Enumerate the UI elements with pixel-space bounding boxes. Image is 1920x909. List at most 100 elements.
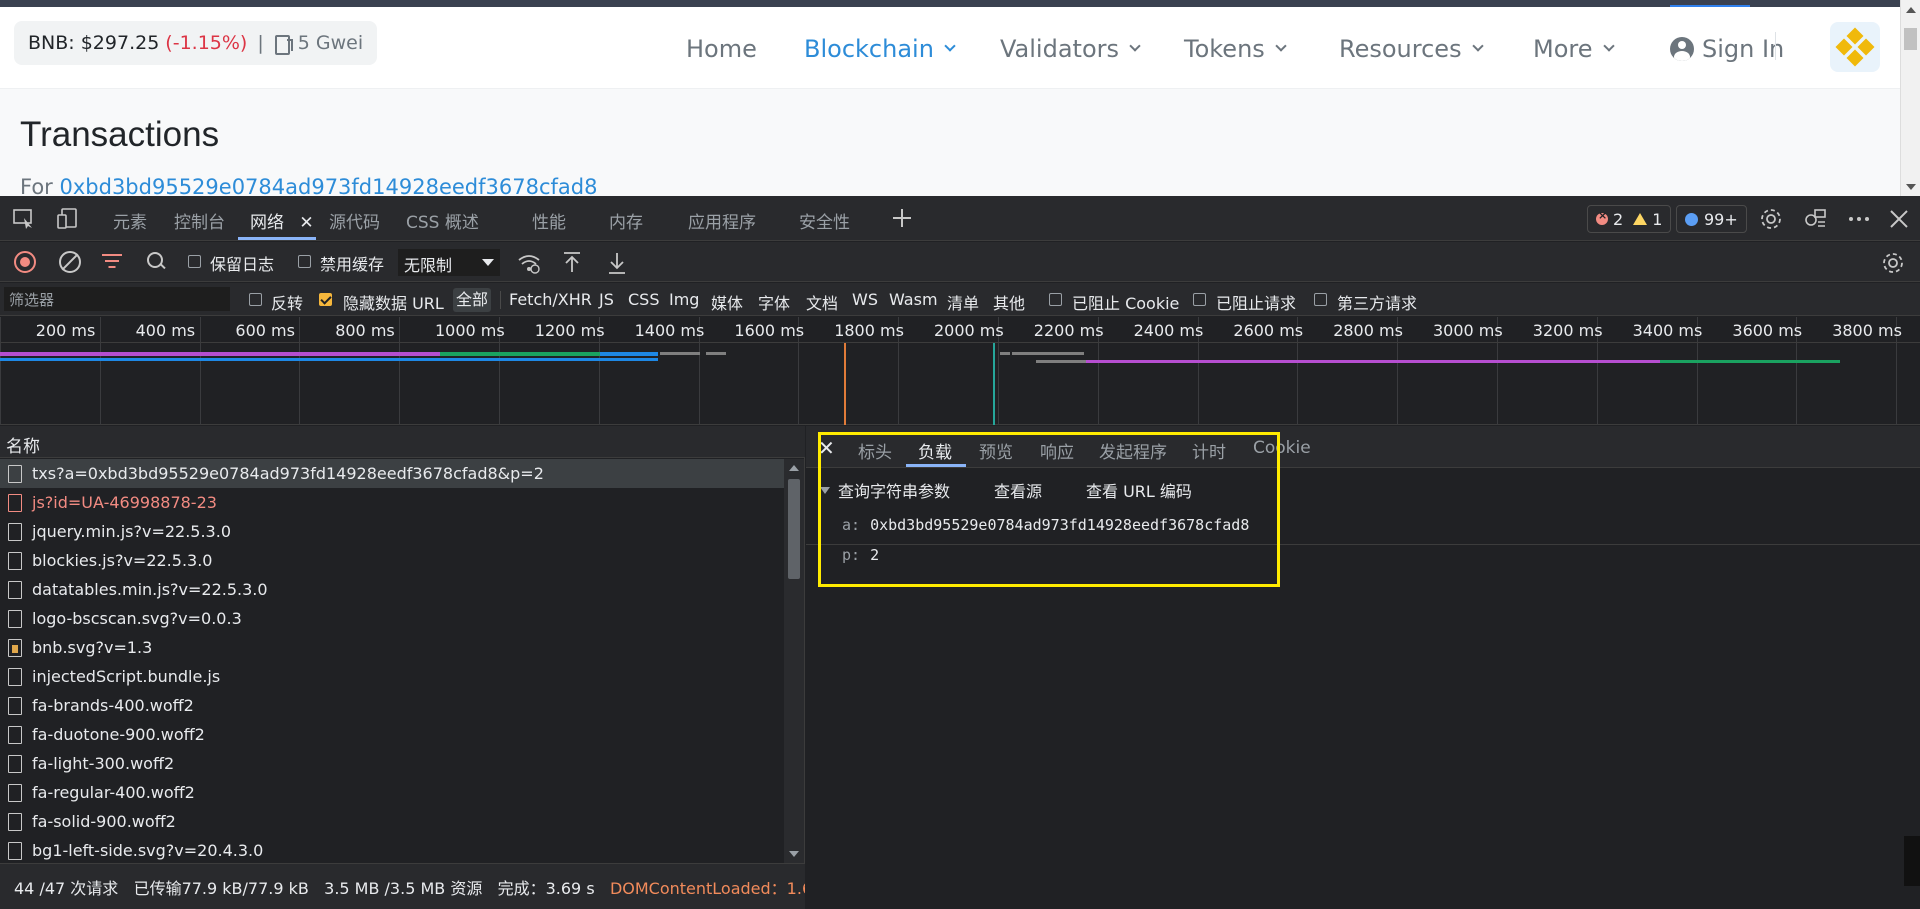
request-row[interactable]: bnb.svg?v=1.3 <box>0 633 784 662</box>
transferred-size: 已传输77.9 kB/77.9 kB <box>133 879 309 898</box>
request-list-scrollbar[interactable] <box>784 459 804 863</box>
address-link[interactable]: 0xbd3bd95529e0784ad973fd14928eedf3678cfa… <box>60 175 598 196</box>
request-row[interactable]: txs?a=0xbd3bd95529e0784ad973fd14928eedf3… <box>0 459 784 488</box>
request-row[interactable]: fa-duotone-900.woff2 <box>0 720 784 749</box>
import-har-icon[interactable] <box>560 250 584 276</box>
type-filter-button[interactable]: 媒体 <box>711 290 743 314</box>
devtools-tab[interactable]: 网络 ✕ <box>250 208 314 233</box>
request-row[interactable]: logo-bscscan.svg?v=0.0.3 <box>0 604 784 633</box>
preserve-log-label: 保留日志 <box>210 255 275 274</box>
timeline-tick-label: 1200 ms <box>534 321 605 340</box>
request-name: fa-solid-900.woff2 <box>32 812 176 831</box>
page-scrollbar[interactable] <box>1900 0 1920 196</box>
network-settings-gear-icon[interactable] <box>1880 250 1906 276</box>
blocked-requests-checkbox[interactable] <box>1193 293 1206 306</box>
devtools-tab[interactable]: 元素 <box>113 208 147 233</box>
request-row[interactable]: fa-solid-900.woff2 <box>0 807 784 836</box>
close-tab-icon[interactable]: ✕ <box>294 213 313 233</box>
request-row[interactable]: fa-brands-400.woff2 <box>0 691 784 720</box>
network-conditions-icon[interactable] <box>516 250 542 276</box>
devtools-tab[interactable]: 应用程序 <box>688 208 756 233</box>
invert-checkbox[interactable] <box>249 293 262 306</box>
document-file-icon <box>8 696 22 715</box>
timeline-bar <box>660 352 700 355</box>
type-filter-button[interactable]: 字体 <box>758 290 790 314</box>
devtools-tab[interactable]: 源代码 <box>329 208 380 233</box>
devtools-tab[interactable]: 性能 <box>532 208 566 233</box>
inspect-element-icon[interactable] <box>12 207 36 231</box>
gas-price[interactable]: 5 Gwei <box>298 32 363 54</box>
timeline-tick-label: 1800 ms <box>834 321 904 340</box>
nav-item-tokens[interactable]: Tokens <box>1184 35 1287 63</box>
type-filter-button[interactable]: 其他 <box>993 290 1025 314</box>
messages-badge[interactable]: 99+ <box>1676 205 1747 233</box>
devtools-tab-label: 源代码 <box>329 213 380 233</box>
name-column-header[interactable]: 名称 <box>0 426 805 458</box>
type-filter-button[interactable]: 清单 <box>947 290 979 314</box>
request-row[interactable]: blockies.js?v=22.5.3.0 <box>0 546 784 575</box>
nav-item-resources[interactable]: Resources <box>1339 35 1484 63</box>
request-row[interactable]: bg1-left-side.svg?v=20.4.3.0 <box>0 836 784 863</box>
document-file-icon <box>8 667 22 686</box>
request-row[interactable]: jquery.min.js?v=22.5.3.0 <box>0 517 784 546</box>
filter-input[interactable]: 筛选器 <box>4 287 230 311</box>
close-devtools-icon[interactable] <box>1886 206 1912 232</box>
search-icon[interactable] <box>147 252 165 270</box>
filter-icon[interactable] <box>102 254 122 270</box>
third-party-checkbox[interactable] <box>1314 293 1327 306</box>
devtools-tab[interactable]: CSS 概述 <box>406 208 479 233</box>
dom-content-loaded-time: DOMContentLoaded：1.69 s <box>609 879 805 898</box>
type-filter-button[interactable]: Img <box>669 290 699 309</box>
request-row[interactable]: datatables.min.js?v=22.5.3.0 <box>0 575 784 604</box>
network-overview-timeline[interactable]: 200 ms 400 ms 600 ms 800 ms 1000 ms 1200 ms 14… <box>0 317 1920 425</box>
sign-in-link[interactable]: Sign In <box>1670 35 1784 63</box>
request-row[interactable]: fa-regular-400.woff2 <box>0 778 784 807</box>
nav-item-blockchain[interactable]: Blockchain <box>804 35 956 63</box>
type-filter-button[interactable]: WS <box>852 290 878 309</box>
nav-item-home[interactable]: Home <box>686 35 757 63</box>
network-filter-bar: 筛选器 反转 隐藏数据 URL 全部 Fetch/XHR JS CSS Img 媒体 字体文… <box>0 283 1920 316</box>
bnb-logo-icon[interactable] <box>1830 22 1880 72</box>
nav-item-more[interactable]: More <box>1533 35 1615 63</box>
chevron-down-icon <box>1471 40 1484 52</box>
preserve-log-checkbox[interactable] <box>188 255 201 268</box>
timeline-tick-label: 3600 ms <box>1732 321 1803 340</box>
devtools-tab[interactable]: 控制台 <box>174 208 225 233</box>
type-filter-button[interactable]: Wasm <box>889 290 938 309</box>
request-row[interactable]: injectedScript.bundle.js <box>0 662 784 691</box>
type-filter-button[interactable]: CSS <box>628 290 659 309</box>
throttling-select[interactable]: 无限制 <box>398 249 500 276</box>
timeline-bar <box>706 352 726 355</box>
clear-icon[interactable] <box>59 251 81 273</box>
customize-icon[interactable] <box>1802 206 1828 232</box>
device-toolbar-icon[interactable] <box>56 207 80 231</box>
devtools-tab[interactable]: 安全性 <box>799 208 850 233</box>
disable-cache-checkbox[interactable] <box>298 255 311 268</box>
filter-separator <box>500 291 501 309</box>
request-row[interactable]: js?id=UA-46998878-23 <box>0 488 784 517</box>
settings-gear-icon[interactable] <box>1758 206 1784 232</box>
export-har-icon[interactable] <box>605 250 629 276</box>
highlight-annotation-box <box>818 432 1280 587</box>
type-filter-button[interactable]: Fetch/XHR <box>509 290 592 309</box>
issues-badge[interactable]: 2 1 <box>1587 205 1672 233</box>
blocked-cookies-checkbox[interactable] <box>1049 293 1062 306</box>
type-filter-button[interactable]: 全部 <box>453 288 492 312</box>
type-filter-button[interactable]: 文档 <box>806 290 838 314</box>
devtools-tab[interactable]: 内存 <box>609 208 643 233</box>
hide-data-url-checkbox[interactable] <box>319 293 332 306</box>
nav-label: More <box>1533 35 1593 63</box>
request-row[interactable]: fa-light-300.woff2 <box>0 749 784 778</box>
chevron-down-icon <box>482 259 494 266</box>
request-name: txs?a=0xbd3bd95529e0784ad973fd14928eedf3… <box>32 464 544 483</box>
message-count: 99+ <box>1704 209 1738 229</box>
nav-item-validators[interactable]: Validators <box>1000 35 1141 63</box>
request-name: fa-brands-400.woff2 <box>32 696 194 715</box>
type-filter-button[interactable]: JS <box>599 290 614 309</box>
record-stop-icon[interactable] <box>14 251 36 273</box>
devtools-tab-label: CSS 概述 <box>406 213 479 233</box>
more-options-icon[interactable] <box>1846 206 1872 232</box>
request-name: fa-duotone-900.woff2 <box>32 725 205 744</box>
timeline-ruler: 200 ms 400 ms 600 ms 800 ms 1000 ms 1200 ms 14… <box>0 317 1920 343</box>
more-tabs-plus-icon[interactable] <box>890 206 914 230</box>
